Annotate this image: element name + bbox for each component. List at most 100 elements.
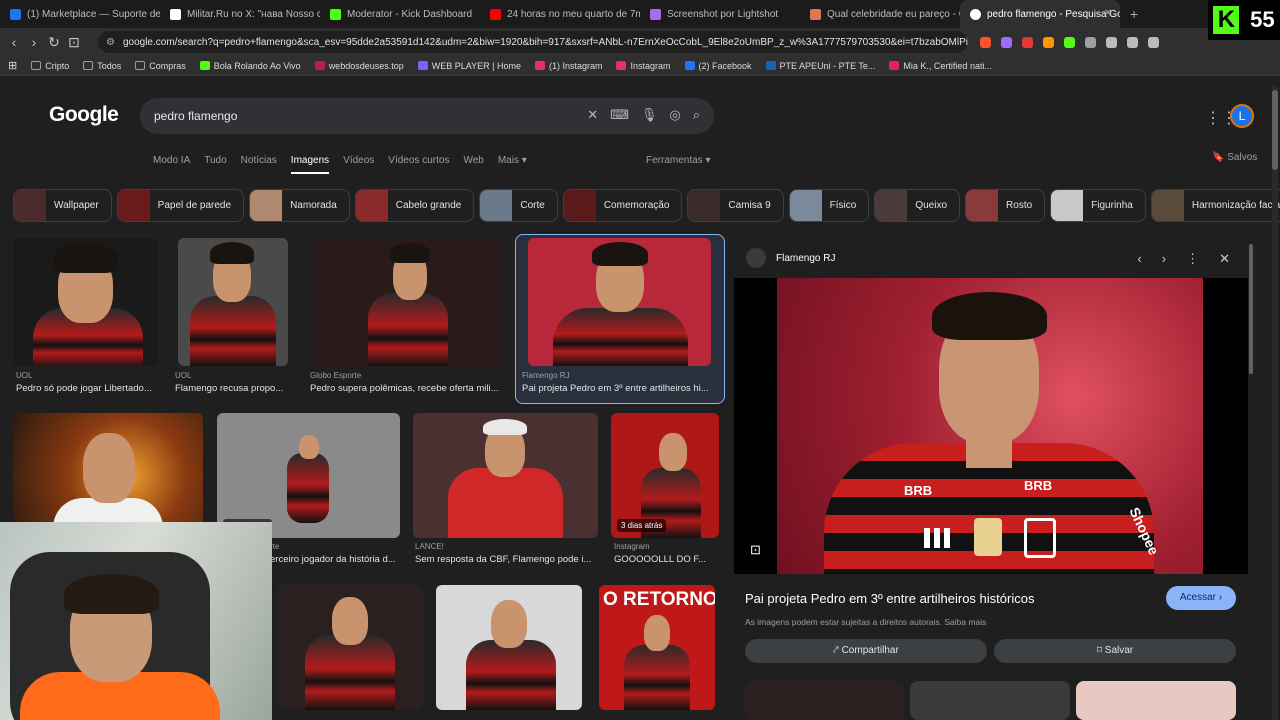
search-input[interactable]: pedro flamengo bbox=[154, 109, 237, 123]
lens-search-icon[interactable]: ⊡ bbox=[750, 542, 761, 558]
result-meta[interactable]: LANCE! Sem resposta da CBF, Flamengo pode… bbox=[415, 542, 598, 565]
previous-icon[interactable]: ‹ bbox=[1137, 251, 1141, 267]
extension-icon[interactable] bbox=[1043, 36, 1054, 48]
bookmark-item[interactable]: WEB PLAYER | Home bbox=[417, 61, 521, 71]
back-icon[interactable]: ‹ bbox=[4, 34, 24, 50]
result-image[interactable] bbox=[313, 238, 499, 366]
chip[interactable]: Figurinha bbox=[1050, 189, 1146, 222]
result-image[interactable] bbox=[178, 238, 288, 366]
result-meta[interactable]: Flamengo RJ Pai projeta Pedro em 3º entre… bbox=[522, 371, 718, 394]
result-image[interactable] bbox=[13, 413, 203, 538]
extension-icon[interactable] bbox=[1064, 36, 1075, 48]
chip[interactable]: Corte bbox=[479, 189, 558, 222]
result-image[interactable] bbox=[436, 585, 582, 710]
result-image[interactable]: O RETORNO bbox=[599, 585, 715, 710]
panel-scrollbar[interactable] bbox=[1249, 244, 1253, 704]
result-meta[interactable]: rte erceiro jogador da história d... bbox=[270, 542, 400, 565]
related-image[interactable] bbox=[1076, 681, 1236, 720]
address-bar[interactable]: ⚙ google.com/search?q=pedro+flamengo&sca_… bbox=[98, 31, 968, 53]
result-image[interactable]: 3 dias atrás bbox=[611, 413, 719, 538]
bookmark-icon[interactable]: ⊡ bbox=[64, 34, 84, 51]
preview-title[interactable]: Pai projeta Pedro em 3º entre artilheiro… bbox=[745, 591, 1034, 606]
tab-images[interactable]: Imagens bbox=[290, 155, 330, 174]
tab-news[interactable]: Notícias bbox=[241, 155, 277, 174]
extension-icon[interactable] bbox=[1085, 36, 1096, 48]
result-meta[interactable]: UOL Pedro só pode jogar Libertado... bbox=[16, 371, 156, 394]
tools-button[interactable]: Ferramentas ▾ bbox=[646, 155, 711, 166]
next-icon[interactable]: › bbox=[1162, 251, 1166, 267]
result-meta[interactable]: Instagram GOOOOOLLL DO F... bbox=[614, 542, 720, 565]
preview-image[interactable]: BRB BRB Shopee ⊡ bbox=[734, 278, 1248, 574]
browser-tab-active[interactable]: pedro flamengo - Pesquisa Google✕ bbox=[960, 0, 1120, 28]
tab-short-videos[interactable]: Vídeos curtos bbox=[388, 155, 449, 174]
forward-icon[interactable]: › bbox=[24, 34, 44, 50]
result-image[interactable] bbox=[13, 238, 158, 366]
close-tab-icon[interactable]: ✕ bbox=[1104, 8, 1112, 19]
result-meta[interactable]: UOL Flamengo recusa propo... bbox=[175, 371, 290, 394]
google-logo[interactable]: Google bbox=[49, 103, 119, 127]
close-icon[interactable]: ✕ bbox=[1219, 251, 1230, 267]
tab-all[interactable]: Tudo bbox=[204, 155, 226, 174]
bookmark-item[interactable]: Compras bbox=[135, 61, 186, 71]
chip[interactable]: Camisa 9 bbox=[687, 189, 784, 222]
bookmark-item[interactable]: webdosdeuses.top bbox=[314, 61, 404, 71]
extension-icon[interactable] bbox=[1022, 36, 1033, 48]
more-options-icon[interactable]: ⋮ bbox=[1186, 251, 1199, 267]
bookmark-item[interactable]: Bola Rolando Ao Vivo bbox=[199, 61, 301, 71]
bookmark-item[interactable]: Mia K., Certified nati... bbox=[889, 61, 992, 71]
apps-grid-icon[interactable]: ⊞ bbox=[8, 59, 17, 72]
chip[interactable]: Wallpaper bbox=[13, 189, 112, 222]
bookmark-item[interactable]: Todos bbox=[83, 61, 121, 71]
browser-tab[interactable]: 24 horas no meu quarto de 7m² na C bbox=[480, 0, 640, 28]
chip[interactable]: Queixo bbox=[874, 189, 961, 222]
chip[interactable]: Rosto bbox=[965, 189, 1046, 222]
sidebar-icon[interactable] bbox=[1148, 36, 1159, 48]
tab-ai-mode[interactable]: Modo IA bbox=[153, 155, 190, 174]
search-icon[interactable]: ⌕ bbox=[693, 107, 700, 123]
clear-search-icon[interactable]: ✕ bbox=[587, 107, 598, 123]
browser-tab[interactable]: Militar.Ru no X: "нава Nosso compa bbox=[160, 0, 320, 28]
tab-web[interactable]: Web bbox=[463, 155, 483, 174]
chip[interactable]: Cabelo grande bbox=[354, 189, 475, 222]
bookmark-item[interactable]: Instagram bbox=[616, 61, 671, 71]
result-image[interactable] bbox=[528, 238, 711, 366]
result-image[interactable]: 3 dias atrás bbox=[217, 413, 400, 538]
save-button[interactable]: ⌑ Salvar bbox=[994, 639, 1236, 663]
reload-icon[interactable]: ↻ bbox=[44, 34, 64, 51]
result-image[interactable] bbox=[277, 585, 423, 710]
browser-tab[interactable]: Moderator - Kick Dashboard bbox=[320, 0, 480, 28]
extension-icon[interactable] bbox=[1001, 36, 1012, 48]
bookmark-item[interactable]: (1) Instagram bbox=[534, 61, 602, 71]
search-box[interactable]: pedro flamengo ✕ ⌨ 🎙 ◎ ⌕ bbox=[140, 98, 714, 134]
lens-icon[interactable]: ◎ bbox=[669, 107, 680, 123]
chip[interactable]: Comemoração bbox=[562, 189, 683, 222]
chip[interactable]: Namorada bbox=[249, 189, 350, 222]
result-image[interactable] bbox=[413, 413, 598, 538]
chip[interactable]: Papel de parede bbox=[116, 189, 245, 222]
brave-shield-icon[interactable] bbox=[980, 36, 991, 48]
chip[interactable]: Harmonização facial bbox=[1150, 189, 1280, 222]
bookmark-item[interactable]: PTE APEUni - PTE Te... bbox=[765, 61, 875, 71]
saved-button[interactable]: 🔖 Salvos bbox=[1212, 152, 1257, 163]
avatar[interactable]: L bbox=[1230, 104, 1254, 128]
new-tab-button[interactable]: + bbox=[1120, 6, 1148, 22]
tab-videos[interactable]: Vídeos bbox=[343, 155, 374, 174]
related-image[interactable] bbox=[910, 681, 1070, 720]
bookmark-item[interactable]: Cripto bbox=[31, 61, 69, 71]
browser-tab[interactable]: (1) Marketplace — Suporte de celula bbox=[0, 0, 160, 28]
tab-more[interactable]: Mais ▾ bbox=[498, 155, 527, 174]
related-image[interactable] bbox=[745, 681, 905, 720]
media-icon[interactable] bbox=[1127, 36, 1138, 48]
visit-button[interactable]: Acessar › bbox=[1166, 586, 1236, 610]
result-meta[interactable]: Globo Esporte Pedro supera polêmicas, rec… bbox=[310, 371, 502, 394]
share-button[interactable]: ⤤ Compartilhar bbox=[745, 639, 987, 663]
chip[interactable]: Físico bbox=[788, 189, 870, 222]
puzzle-icon[interactable] bbox=[1106, 36, 1117, 48]
microphone-icon[interactable]: 🎙 bbox=[641, 107, 658, 123]
browser-tab[interactable]: Screenshot por Lightshot bbox=[640, 0, 800, 28]
keyboard-icon[interactable]: ⌨ bbox=[610, 107, 629, 123]
bookmark-item[interactable]: (2) Facebook bbox=[684, 61, 752, 71]
site-info-icon[interactable]: ⚙ bbox=[106, 37, 115, 48]
page-scrollbar[interactable] bbox=[1272, 86, 1278, 720]
panel-site-name[interactable]: Flamengo RJ bbox=[776, 253, 835, 264]
